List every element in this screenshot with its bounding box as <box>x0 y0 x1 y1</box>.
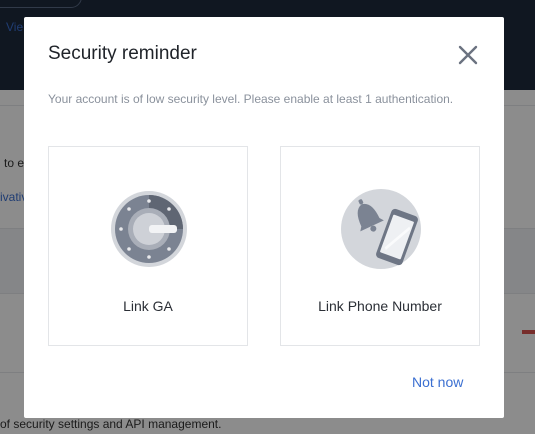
phone-bell-icon <box>341 189 421 269</box>
link-ga-card[interactable]: Link GA <box>48 146 248 346</box>
modal-description: Your account is of low security level. P… <box>48 92 454 106</box>
close-icon <box>458 45 478 65</box>
link-ga-label: Link GA <box>123 298 173 314</box>
close-button[interactable] <box>454 41 482 69</box>
modal-title: Security reminder <box>48 43 197 64</box>
not-now-button[interactable]: Not now <box>412 374 463 390</box>
security-reminder-modal: Security reminder Your account is of low… <box>24 17 504 418</box>
link-phone-card[interactable]: Link Phone Number <box>280 146 480 346</box>
link-phone-label: Link Phone Number <box>318 298 442 314</box>
google-authenticator-icon <box>111 191 187 267</box>
